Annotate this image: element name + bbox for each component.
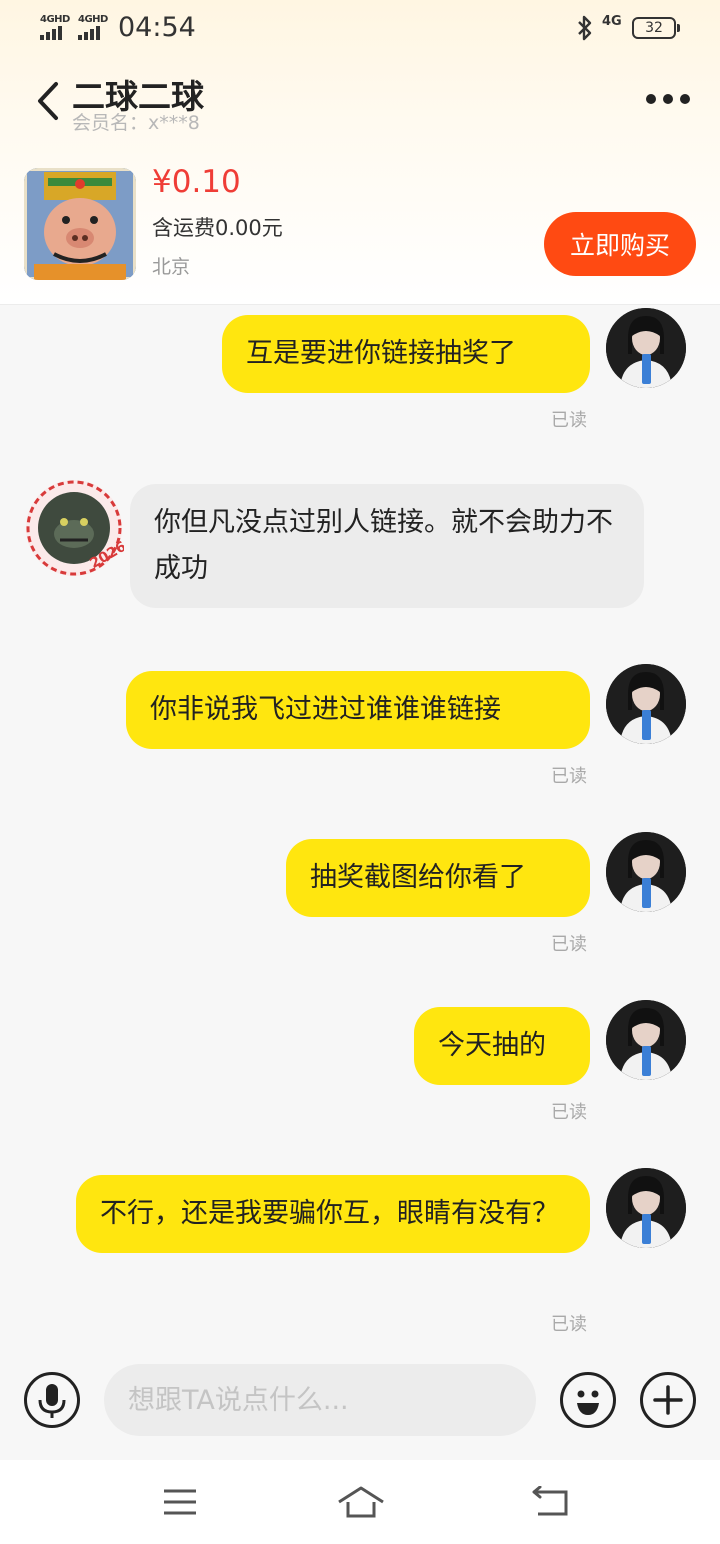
plus-icon — [653, 1385, 683, 1415]
system-navigation-bar — [0, 1460, 720, 1544]
read-status: 已读 — [551, 766, 587, 787]
contact-avatar[interactable]: 2026 — [24, 478, 129, 578]
smiley-icon — [577, 1390, 599, 1415]
message-bubble-sent[interactable]: 互是要进你链接抽奖了 — [222, 315, 590, 393]
back-arrow-icon[interactable] — [530, 1486, 570, 1520]
microphone-icon — [38, 1384, 66, 1418]
battery-level: 32 — [645, 20, 663, 36]
my-avatar[interactable] — [606, 832, 686, 912]
my-avatar[interactable] — [606, 664, 686, 744]
message-input[interactable] — [104, 1364, 536, 1436]
my-avatar[interactable] — [606, 308, 686, 388]
chevron-left-icon[interactable] — [34, 80, 64, 122]
sim1-network-label: 4GHD — [40, 14, 70, 25]
read-status: 已读 — [551, 1102, 587, 1123]
product-thumbnail[interactable] — [24, 168, 136, 280]
my-avatar[interactable] — [606, 1168, 686, 1248]
product-price: ¥0.10 — [152, 164, 241, 200]
battery-icon: 32 — [632, 17, 680, 39]
signal-strength-icon: 4GHD — [40, 14, 74, 40]
signal-strength-icon: 4GHD — [78, 14, 112, 40]
shipping-fee: 含运费0.00元 — [152, 216, 283, 240]
buy-now-button[interactable]: 立即购买 — [544, 212, 696, 276]
more-dots-icon[interactable] — [646, 94, 690, 106]
message-bubble-sent[interactable]: 不行，还是我要骗你互，眼睛有没有？ — [76, 1175, 590, 1253]
message-bubble-sent[interactable]: 你非说我飞过进过谁谁谁链接 — [126, 671, 590, 749]
bluetooth-icon — [578, 15, 592, 41]
read-status: 已读 — [551, 934, 587, 955]
status-bar: 4GHD 4GHD 04:54 4G 32 — [0, 0, 720, 58]
voice-button[interactable] — [24, 1372, 80, 1428]
my-avatar[interactable] — [606, 1000, 686, 1080]
message-bubble-received[interactable]: 你但凡没点过别人链接。就不会助力不成功 — [130, 484, 644, 608]
status-time: 04:54 — [118, 12, 196, 43]
read-status: 已读 — [551, 1314, 587, 1335]
home-icon[interactable] — [336, 1484, 386, 1520]
read-status: 已读 — [551, 410, 587, 431]
message-bubble-sent[interactable]: 今天抽的 — [414, 1007, 590, 1085]
emoji-button[interactable] — [560, 1372, 616, 1428]
plus-button[interactable] — [640, 1372, 696, 1428]
sim2-network-label: 4GHD — [78, 14, 108, 25]
network-type-label: 4G — [602, 14, 622, 29]
member-name: 会员名：x***8 — [72, 112, 200, 134]
menu-icon[interactable] — [162, 1486, 198, 1518]
product-location: 北京 — [152, 256, 191, 278]
message-bubble-sent[interactable]: 抽奖截图给你看了 — [286, 839, 590, 917]
